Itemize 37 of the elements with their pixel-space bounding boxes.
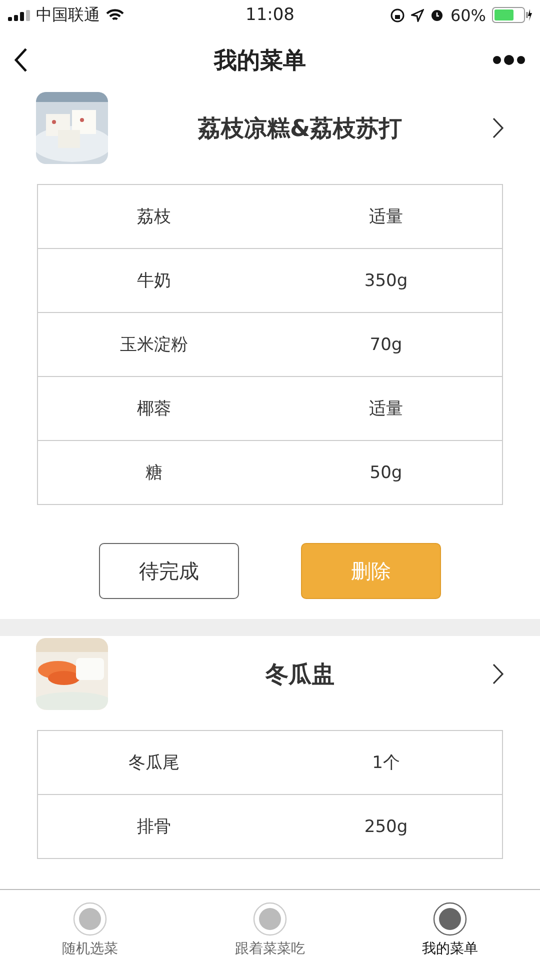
ingredient-amount: 50g bbox=[368, 462, 404, 484]
tab[interactable]: 我的菜单 bbox=[360, 890, 540, 960]
ingredient-amount: 250g bbox=[363, 816, 409, 838]
signal-icon bbox=[8, 10, 30, 20]
carrier-name: 中国联通 bbox=[36, 4, 100, 26]
circle-icon bbox=[73, 902, 107, 936]
status-button[interactable]: 待完成 bbox=[99, 543, 239, 599]
ingredient-amount: 适量 bbox=[368, 398, 404, 421]
rotation-lock-icon bbox=[390, 8, 406, 22]
wifi-icon bbox=[106, 8, 124, 22]
ingredient-amount: 1个 bbox=[371, 752, 401, 775]
circle-icon bbox=[433, 902, 467, 936]
battery-icon bbox=[492, 7, 532, 23]
ingredient-name: 冬瓜尾 bbox=[128, 752, 180, 775]
chevron-right-icon[interactable] bbox=[492, 117, 504, 139]
ingredient-name: 糖 bbox=[144, 462, 164, 485]
battery-percent: 60% bbox=[450, 6, 486, 24]
ingredient-name: 排骨 bbox=[136, 816, 172, 839]
dish-title: 冬瓜盅 bbox=[264, 660, 336, 690]
back-icon[interactable] bbox=[14, 47, 28, 73]
ingredient-name: 牛奶 bbox=[136, 270, 172, 293]
ingredient-name: 椰蓉 bbox=[136, 398, 172, 421]
tab[interactable]: 跟着菜菜吃 bbox=[180, 890, 360, 960]
location-icon bbox=[411, 8, 424, 22]
ingredient-amount: 适量 bbox=[368, 206, 404, 229]
ingredient-name: 玉米淀粉 bbox=[119, 334, 189, 357]
ingredient-name: 荔枝 bbox=[136, 206, 172, 229]
more-icon[interactable] bbox=[492, 54, 526, 66]
alarm-icon bbox=[430, 8, 444, 22]
chevron-right-icon[interactable] bbox=[492, 663, 504, 685]
dish-title: 荔枝凉糕&荔枝苏打 bbox=[196, 114, 404, 144]
ingredient-amount: 350g bbox=[363, 270, 409, 292]
status-time: 11:08 bbox=[246, 5, 294, 25]
circle-icon bbox=[253, 902, 287, 936]
page-title: 我的菜单 bbox=[214, 46, 306, 76]
ingredient-amount: 70g bbox=[368, 334, 404, 356]
tab[interactable]: 随机选菜 bbox=[0, 890, 180, 960]
